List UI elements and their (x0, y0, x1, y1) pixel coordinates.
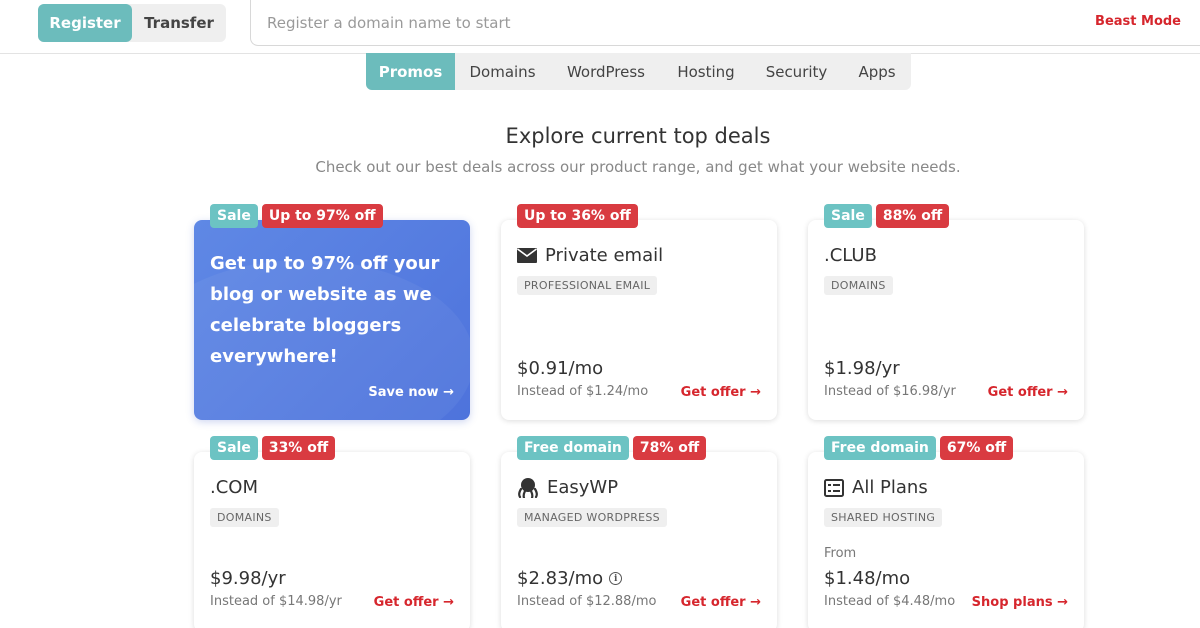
register-transfer-toggle: Register Transfer (38, 4, 226, 42)
get-offer-link[interactable]: Get offer → (988, 385, 1068, 400)
original-price: Instead of $4.48/mo (824, 594, 956, 609)
discount-badge: Up to 36% off (517, 204, 638, 228)
card-title: EasyWP (517, 477, 618, 498)
badge-group: Free domain 78% off (517, 436, 707, 460)
sale-badge: Sale (824, 204, 872, 228)
product-tag: SHARED HOSTING (824, 508, 943, 527)
sale-badge: Sale (210, 436, 258, 460)
card-title-text: .COM (210, 477, 258, 498)
promo-card-bloggers[interactable]: Get up to 97% off your blog or website a… (194, 220, 470, 420)
free-domain-badge: Free domain (517, 436, 629, 460)
get-offer-link[interactable]: Get offer → (681, 595, 761, 610)
original-price: Instead of $12.88/mo (517, 594, 657, 609)
discount-badge: 88% off (875, 204, 950, 228)
promo-text: Get up to 97% off your blog or website a… (210, 253, 440, 367)
original-price: Instead of $16.98/yr (824, 384, 956, 399)
discount-badge: 33% off (261, 436, 336, 460)
top-bar: Register Transfer Beast Mode (0, 0, 1200, 54)
original-price: Instead of $14.98/yr (210, 594, 342, 609)
card-title: All Plans (824, 477, 928, 498)
get-offer-link[interactable]: Get offer → (681, 385, 761, 400)
deal-card-easywp[interactable]: EasyWP MANAGED WORDPRESS $2.83/mo i Inst… (501, 452, 777, 628)
envelope-icon (517, 248, 537, 263)
tab-promos[interactable]: Promos (366, 53, 455, 90)
deal-card-shared-hosting[interactable]: All Plans SHARED HOSTING From $1.48/mo I… (808, 452, 1084, 628)
price: $1.98/yr (824, 358, 900, 379)
deal-card-com[interactable]: .COM DOMAINS $9.98/yr Instead of $14.98/… (194, 452, 470, 628)
server-list-icon (824, 478, 844, 497)
product-tag: DOMAINS (824, 276, 893, 295)
register-button[interactable]: Register (38, 4, 132, 42)
beast-mode-link[interactable]: Beast Mode (1095, 14, 1181, 29)
tab-hosting[interactable]: Hosting (662, 53, 750, 90)
product-tag: DOMAINS (210, 508, 279, 527)
card-title-text: All Plans (852, 477, 928, 498)
badge-group: Free domain 67% off (824, 436, 1014, 460)
page-title: Explore current top deals (505, 124, 771, 148)
page-subtitle: Check out our best deals across our prod… (315, 158, 961, 176)
discount-badge: 78% off (632, 436, 707, 460)
card-title: .CLUB (824, 245, 877, 266)
shop-plans-link[interactable]: Shop plans → (972, 595, 1068, 610)
original-price: Instead of $1.24/mo (517, 384, 649, 399)
card-title: .COM (210, 477, 258, 498)
card-title-text: .CLUB (824, 245, 877, 266)
tab-apps[interactable]: Apps (843, 53, 911, 90)
price: $9.98/yr (210, 568, 286, 589)
badge-group: Sale Up to 97% off (210, 204, 383, 228)
price: $2.83/mo i (517, 568, 623, 589)
discount-badge: 67% off (939, 436, 1014, 460)
product-tag: MANAGED WORDPRESS (517, 508, 667, 527)
price: $0.91/mo (517, 358, 604, 379)
free-domain-badge: Free domain (824, 436, 936, 460)
badge-group: Sale 88% off (824, 204, 950, 228)
product-tag: PROFESSIONAL EMAIL (517, 276, 658, 295)
price: $1.48/mo (824, 568, 911, 589)
octopus-icon (517, 477, 539, 498)
save-now-link[interactable]: Save now → (368, 385, 454, 400)
badge-group: Up to 36% off (517, 204, 638, 228)
get-offer-link[interactable]: Get offer → (374, 595, 454, 610)
deal-card-private-email[interactable]: Private email PROFESSIONAL EMAIL $0.91/m… (501, 220, 777, 420)
domain-search-input[interactable] (267, 13, 967, 32)
tab-security[interactable]: Security (750, 53, 843, 90)
card-title-text: EasyWP (547, 477, 619, 498)
tab-domains[interactable]: Domains (455, 53, 550, 90)
card-title-text: Private email (545, 245, 664, 266)
domain-search-box (250, 0, 1200, 46)
category-tabs: Promos Domains WordPress Hosting Securit… (366, 53, 911, 90)
sale-badge: Sale (210, 204, 258, 228)
info-icon[interactable]: i (609, 572, 623, 585)
deal-card-club[interactable]: .CLUB DOMAINS $1.98/yr Instead of $16.98… (808, 220, 1084, 420)
from-label: From (824, 546, 857, 561)
discount-badge: Up to 97% off (261, 204, 383, 228)
card-title: Private email (517, 245, 663, 266)
tab-wordpress[interactable]: WordPress (550, 53, 662, 90)
transfer-button[interactable]: Transfer (132, 4, 226, 42)
badge-group: Sale 33% off (210, 436, 336, 460)
